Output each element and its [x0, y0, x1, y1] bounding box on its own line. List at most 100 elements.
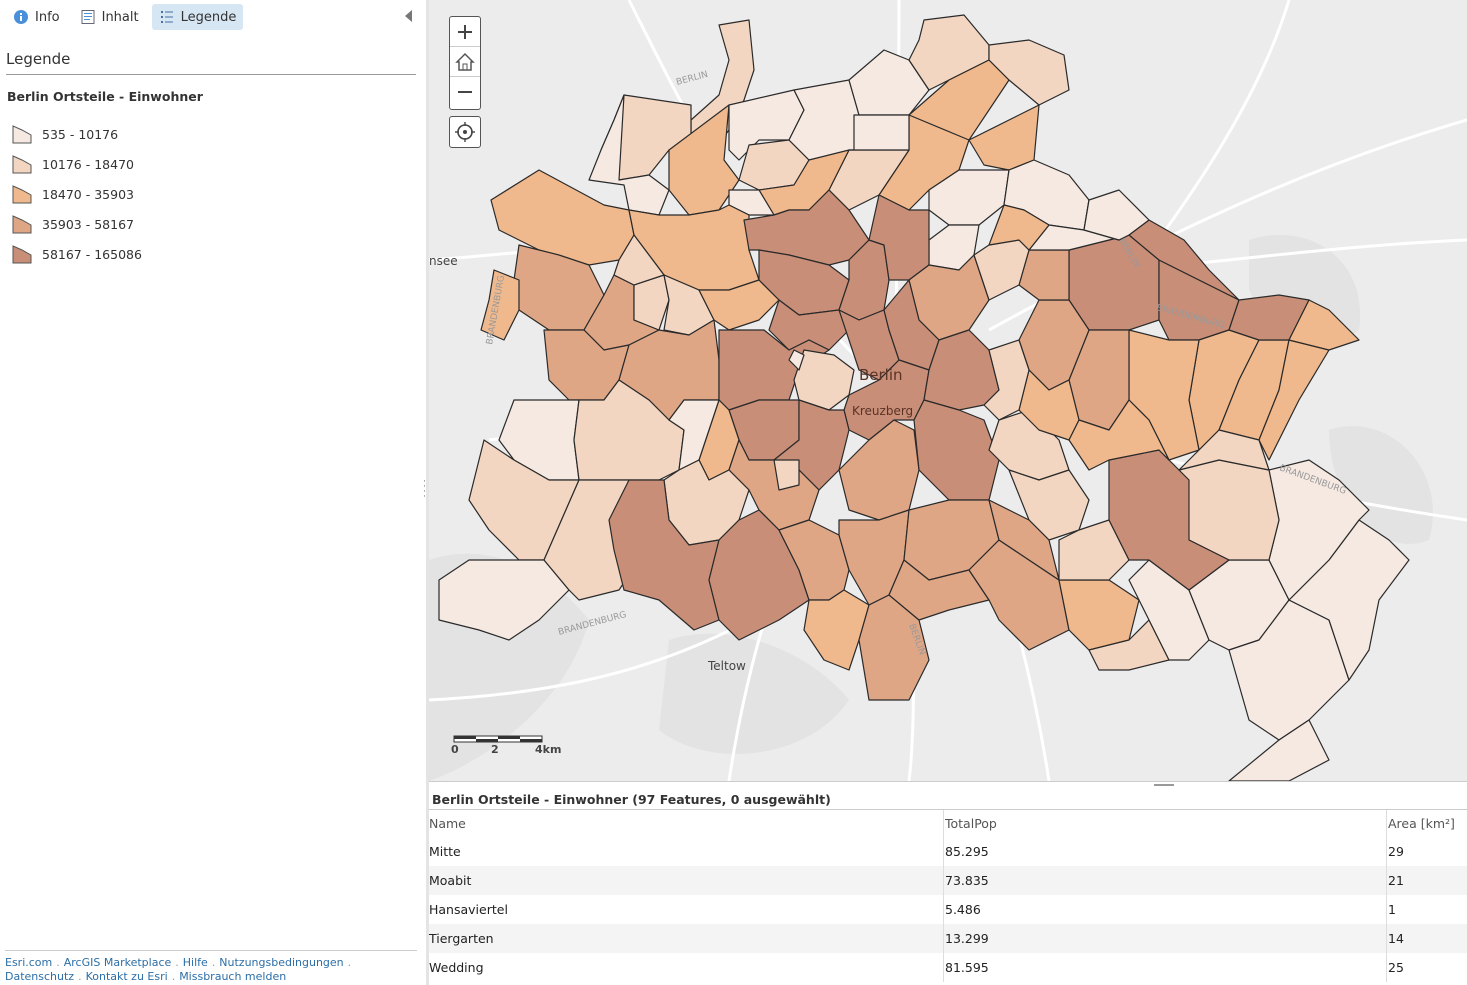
footer-separator: . [175, 956, 179, 969]
link-report-abuse[interactable]: Missbrauch melden [179, 970, 286, 983]
zoom-in-button[interactable] [450, 17, 480, 47]
attribute-table: Name TotalPop Area [km²] Mitte 85.295 29… [429, 809, 1467, 982]
legend-swatch [12, 125, 32, 144]
column-header-name[interactable]: Name [429, 810, 944, 837]
link-terms[interactable]: Nutzungsbedingungen [219, 956, 343, 969]
town-label: Teltow [707, 659, 746, 673]
table-row[interactable]: Tiergarten 13.299 14 [429, 924, 1467, 953]
attribute-table-title: Berlin Ortsteile - Einwohner (97 Feature… [432, 792, 831, 807]
minus-icon [458, 91, 472, 93]
table-row[interactable]: Wedding 81.595 25 [429, 953, 1467, 982]
table-cell: 13.299 [944, 924, 1387, 953]
plus-icon [458, 24, 472, 39]
attribute-table-panel: Berlin Ortsteile - Einwohner (97 Feature… [429, 781, 1467, 985]
legend-list: 535 - 10176 10176 - 18470 18470 - 35903 … [12, 119, 142, 269]
footer-separator: . [56, 956, 60, 969]
home-button[interactable] [450, 47, 480, 77]
scale-tick-label: 4km [535, 743, 562, 756]
district-polygon[interactable] [490, 169, 635, 266]
home-icon [455, 52, 475, 71]
map-canvas[interactable]: Berlin Kreuzberg Teltow nsee BERLIN BERL… [429, 0, 1467, 781]
scale-labels: 0 2 4km [451, 743, 571, 757]
table-row[interactable]: Hansaviertel 5.486 1 [429, 895, 1467, 924]
link-privacy[interactable]: Datenschutz [5, 970, 74, 983]
legend-label: 535 - 10176 [42, 126, 119, 142]
legend-heading: Legende [6, 50, 416, 75]
link-esri-com[interactable]: Esri.com [5, 956, 52, 969]
legend-item: 58167 - 165086 [12, 239, 142, 269]
footer-row-2: Datenschutz. Kontakt zu Esri. Missbrauch m… [5, 970, 417, 984]
legend-label: 58167 - 165086 [42, 246, 142, 262]
district-polygon[interactable] [773, 459, 800, 491]
tab-content[interactable]: Inhalt [73, 4, 146, 30]
legend-label: 18470 - 35903 [42, 186, 134, 202]
table-cell: Mitte [429, 837, 944, 866]
tab-info[interactable]: Info [6, 4, 67, 30]
table-cell: Moabit [429, 866, 944, 895]
district-label: Kreuzberg [852, 404, 913, 418]
locate-icon [455, 122, 475, 142]
table-cell: 5.486 [944, 895, 1387, 924]
table-cell: Wedding [429, 953, 944, 982]
table-cell: Tiergarten [429, 924, 944, 953]
boundary-label: BERLIN [675, 70, 709, 88]
legend-label: 10176 - 18470 [42, 156, 134, 172]
districts-layer[interactable] [438, 14, 1410, 781]
link-help[interactable]: Hilfe [183, 956, 208, 969]
side-panel: Info Inhalt Legende Legende Berlin Ortst… [0, 0, 426, 985]
legend-label: 35903 - 58167 [42, 216, 134, 232]
district-polygon[interactable] [913, 399, 1000, 501]
footer-separator: . [211, 956, 216, 969]
panel-tabs: Info Inhalt Legende [6, 4, 244, 30]
table-cell: 1 [1388, 902, 1396, 917]
district-polygon[interactable] [988, 39, 1070, 106]
legend-swatch [12, 245, 32, 264]
district-polygon[interactable] [788, 79, 860, 161]
lake-label: nsee [429, 254, 458, 268]
table-cell: 85.295 [944, 837, 1387, 866]
content-icon [80, 9, 96, 25]
tab-info-label: Info [35, 9, 60, 25]
splitter-grip-icon[interactable]: · · · · [423, 478, 427, 502]
city-label: Berlin [859, 366, 903, 384]
collapse-panel-icon[interactable] [405, 10, 412, 22]
table-header-row: Name TotalPop Area [km²] [429, 810, 1467, 837]
district-polygon[interactable] [838, 419, 920, 521]
link-contact[interactable]: Kontakt zu Esri [86, 970, 168, 983]
legend-swatch [12, 155, 32, 174]
footer-separator: . [347, 956, 352, 969]
district-polygon[interactable] [1058, 579, 1140, 651]
table-cell: 73.835 [944, 866, 1387, 895]
table-cell: 14 [1388, 931, 1404, 946]
legend-item: 10176 - 18470 [12, 149, 142, 179]
legend-layer-title: Berlin Ortsteile - Einwohner [7, 89, 203, 104]
tab-legend-label: Legende [180, 9, 237, 25]
legend-swatch [12, 185, 32, 204]
table-cell: 25 [1388, 960, 1404, 975]
app-root: Info Inhalt Legende Legende Berlin Ortst… [0, 0, 1467, 985]
table-resize-grip[interactable] [1154, 784, 1174, 786]
locate-button[interactable] [449, 116, 481, 148]
info-icon [13, 9, 29, 25]
table-cell: Hansaviertel [429, 895, 944, 924]
legend-item: 535 - 10176 [12, 119, 142, 149]
scale-tick-label: 0 [451, 743, 459, 756]
zoom-controls [449, 16, 481, 110]
district-polygon[interactable] [803, 589, 870, 671]
legend-item: 35903 - 58167 [12, 209, 142, 239]
footer-separator: . [78, 970, 82, 983]
scale-tick-label: 2 [491, 743, 499, 756]
table-row[interactable]: Mitte 85.295 29 [429, 837, 1467, 866]
map-view[interactable]: Berlin Kreuzberg Teltow nsee BERLIN BERL… [429, 0, 1467, 781]
tab-content-label: Inhalt [101, 9, 139, 25]
table-cell: 21 [1388, 873, 1404, 888]
column-header-totalpop[interactable]: TotalPop [944, 810, 1387, 837]
tab-legend[interactable]: Legende [151, 4, 244, 30]
district-polygon[interactable] [848, 114, 910, 151]
table-row[interactable]: Moabit 73.835 21 [429, 866, 1467, 895]
footer-links: Esri.com. ArcGIS Marketplace. Hilfe. Nutzun… [5, 950, 417, 984]
zoom-out-button[interactable] [450, 77, 480, 107]
link-marketplace[interactable]: ArcGIS Marketplace [64, 956, 172, 969]
footer-row-1: Esri.com. ArcGIS Marketplace. Hilfe. Nutzun… [5, 956, 417, 970]
column-header-area[interactable]: Area [km²] [1387, 810, 1467, 837]
